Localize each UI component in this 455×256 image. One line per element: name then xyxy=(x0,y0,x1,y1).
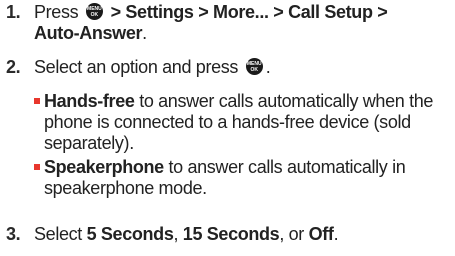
menu-ok-key-icon: MENU OK xyxy=(245,58,263,75)
bullet-square-icon xyxy=(34,98,40,104)
step-1-menu-path: > Settings > More... > Call Setup > xyxy=(110,2,388,22)
bullet-square-icon xyxy=(34,164,40,170)
menu-ok-key-icon: MENU OK xyxy=(85,3,103,20)
step-2-text: Select an option and press MENU OK. xyxy=(34,57,271,77)
step-1-press: Press xyxy=(34,2,79,22)
instruction-document: 1. Press MENU OK > Settings > More... > C… xyxy=(0,0,455,256)
step-1: 1. Press MENU OK > Settings > More... > C… xyxy=(6,2,446,44)
option-speakerphone: Speakerphone to answer calls automatical… xyxy=(34,157,452,199)
option-5-seconds: 5 Seconds xyxy=(86,224,174,244)
step-2-number: 2. xyxy=(6,57,21,77)
step-3: 3. Select 5 Seconds, 15 Seconds, or Off. xyxy=(6,224,446,245)
option-term: Speakerphone xyxy=(44,157,164,177)
step-3-text: Select 5 Seconds, 15 Seconds, or Off. xyxy=(34,224,339,244)
step-3-number: 3. xyxy=(6,224,21,244)
option-15-seconds: 15 Seconds xyxy=(182,224,280,244)
step-1-number: 1. xyxy=(6,2,21,22)
step-1-menu-path-end: Auto-Answer xyxy=(34,23,143,43)
option-hands-free: Hands-free to answer calls automatically… xyxy=(34,91,452,154)
option-term: Hands-free xyxy=(44,91,135,111)
option-off: Off xyxy=(308,224,334,244)
step-1-text: Press MENU OK > Settings > More... > Call… xyxy=(34,2,388,43)
step-2: 2. Select an option and press MENU OK. xyxy=(6,57,446,78)
